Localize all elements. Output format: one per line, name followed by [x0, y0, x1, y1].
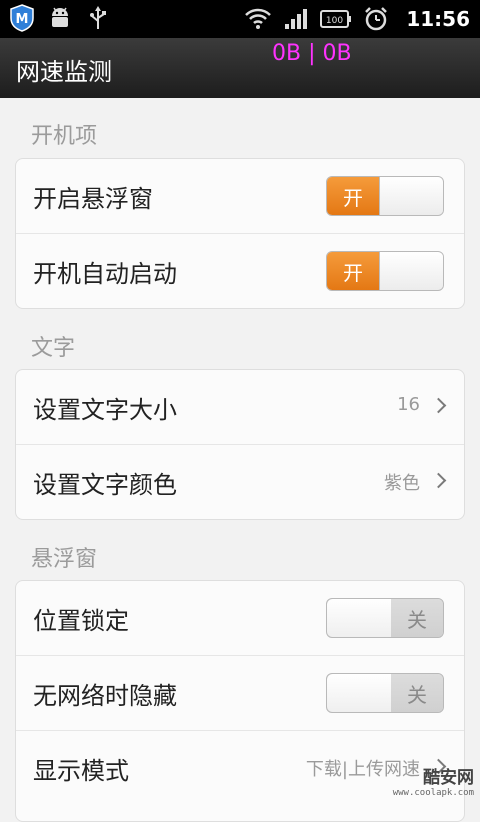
row-text-color[interactable]: 设置文字颜色 紫色: [16, 445, 464, 519]
toggle-on-label: 开: [327, 177, 379, 215]
row-label: 无网络时隐藏: [33, 676, 177, 711]
row-label: 显示模式: [33, 751, 129, 786]
shield-app-icon: M: [8, 4, 36, 32]
watermark-url: www.coolapk.com: [393, 788, 474, 798]
status-time: 11:56: [406, 7, 470, 31]
speed-overlay[interactable]: 0B | 0B: [272, 41, 352, 66]
text-card: 设置文字大小 16 设置文字颜色 紫色: [15, 369, 465, 520]
row-enable-float-window[interactable]: 开启悬浮窗 开: [16, 159, 464, 234]
toggle-knob: [379, 252, 444, 290]
row-lock-position[interactable]: 位置锁定 关: [16, 581, 464, 656]
watermark: 酷安网 www.coolapk.com: [393, 763, 474, 798]
row-label: 位置锁定: [33, 601, 129, 636]
svg-text:M: M: [16, 12, 29, 27]
chevron-right-icon: [431, 473, 447, 489]
wifi-icon: [244, 5, 272, 33]
battery-icon: 100: [320, 5, 352, 33]
watermark-main: 酷安网: [393, 763, 474, 788]
lock-position-toggle[interactable]: 关: [326, 598, 444, 638]
row-label: 开机自动启动: [33, 254, 177, 289]
toggle-knob: [327, 674, 392, 712]
text-size-value: 16: [397, 394, 420, 415]
row-label: 设置文字大小: [33, 390, 177, 425]
toggle-knob: [327, 599, 392, 637]
auto-start-toggle[interactable]: 开: [326, 251, 444, 291]
section-label-float: 悬浮窗: [31, 541, 97, 573]
signal-icon: [282, 5, 310, 33]
text-color-value: 紫色: [384, 469, 420, 495]
status-bar: M: [0, 0, 480, 38]
section-label-text: 文字: [31, 330, 75, 362]
usb-icon: [84, 4, 112, 32]
row-label: 开启悬浮窗: [33, 179, 153, 214]
title-bar: 网速监测 0B | 0B: [0, 38, 480, 98]
row-text-size[interactable]: 设置文字大小 16: [16, 370, 464, 445]
hide-offline-toggle[interactable]: 关: [326, 673, 444, 713]
android-debug-icon: [46, 4, 74, 32]
toggle-off-label: 关: [391, 674, 443, 712]
startup-card: 开启悬浮窗 开 开机自动启动 开: [15, 158, 465, 309]
toggle-knob: [379, 177, 444, 215]
svg-text:100: 100: [326, 16, 343, 26]
alarm-icon: [362, 5, 390, 33]
row-hide-when-offline[interactable]: 无网络时隐藏 关: [16, 656, 464, 731]
toggle-off-label: 关: [391, 599, 443, 637]
toggle-on-label: 开: [327, 252, 379, 290]
chevron-right-icon: [431, 398, 447, 414]
section-label-startup: 开机项: [31, 118, 97, 150]
row-label: 设置文字颜色: [33, 465, 177, 500]
row-auto-start-on-boot[interactable]: 开机自动启动 开: [16, 234, 464, 308]
page-title: 网速监测: [16, 52, 112, 87]
float-window-toggle[interactable]: 开: [326, 176, 444, 216]
